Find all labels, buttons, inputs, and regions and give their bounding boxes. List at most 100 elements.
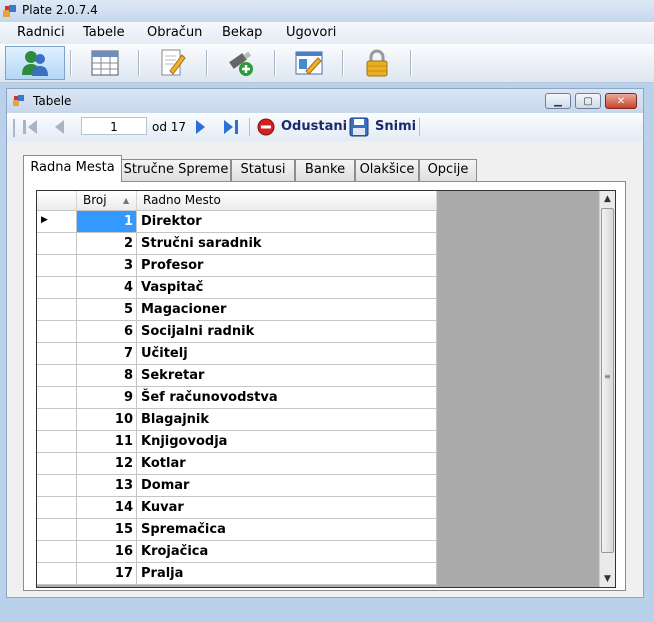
- cell-radno-mesto[interactable]: Socijalni radnik: [137, 321, 437, 343]
- table-row[interactable]: ▶ 1 Direktor: [37, 211, 437, 233]
- cell-broj[interactable]: 5: [77, 299, 137, 321]
- table-row[interactable]: 10 Blagajnik: [37, 409, 437, 431]
- row-header[interactable]: [37, 453, 77, 475]
- table-row[interactable]: 6 Socijalni radnik: [37, 321, 437, 343]
- table-row[interactable]: 15 Spremačica: [37, 519, 437, 541]
- move-last-icon[interactable]: [223, 119, 241, 135]
- row-header[interactable]: [37, 387, 77, 409]
- move-first-icon[interactable]: [21, 119, 39, 135]
- row-header[interactable]: [37, 321, 77, 343]
- toolbar-table-button[interactable]: [75, 46, 135, 80]
- scroll-down-icon[interactable]: ▼: [600, 571, 615, 587]
- table-row[interactable]: 12 Kotlar: [37, 453, 437, 475]
- menu-radnici[interactable]: Radnici: [17, 25, 65, 40]
- cell-broj[interactable]: 9: [77, 387, 137, 409]
- scroll-thumb[interactable]: ≡: [601, 208, 614, 553]
- cell-radno-mesto[interactable]: Spremačica: [137, 519, 437, 541]
- cell-broj[interactable]: 15: [77, 519, 137, 541]
- table-row[interactable]: 7 Učitelj: [37, 343, 437, 365]
- cell-radno-mesto[interactable]: Kotlar: [137, 453, 437, 475]
- cell-radno-mesto[interactable]: Šef računovodstva: [137, 387, 437, 409]
- maximize-button[interactable]: ▢: [575, 93, 601, 109]
- row-header[interactable]: [37, 255, 77, 277]
- toolbar-backup-button[interactable]: [211, 46, 271, 80]
- row-header[interactable]: [37, 475, 77, 497]
- save-button[interactable]: Snimi: [347, 115, 417, 139]
- toolbar-lock-button[interactable]: [347, 46, 407, 80]
- cell-radno-mesto[interactable]: Krojačica: [137, 541, 437, 563]
- menu-tabele[interactable]: Tabele: [83, 25, 125, 40]
- table-row[interactable]: 16 Krojačica: [37, 541, 437, 563]
- cell-radno-mesto[interactable]: Sekretar: [137, 365, 437, 387]
- cell-radno-mesto[interactable]: Pralja: [137, 563, 437, 585]
- cell-broj[interactable]: 3: [77, 255, 137, 277]
- row-header[interactable]: [37, 343, 77, 365]
- table-row[interactable]: 9 Šef računovodstva: [37, 387, 437, 409]
- row-header[interactable]: [37, 541, 77, 563]
- table-row[interactable]: 2 Stručni saradnik: [37, 233, 437, 255]
- column-header-broj[interactable]: Broj ▲: [77, 191, 137, 210]
- table-row[interactable]: 14 Kuvar: [37, 497, 437, 519]
- move-previous-icon[interactable]: [53, 119, 65, 135]
- close-button[interactable]: ✕: [605, 93, 637, 109]
- minimize-button[interactable]: ▁: [545, 93, 571, 109]
- cell-broj[interactable]: 4: [77, 277, 137, 299]
- tab-olaksice[interactable]: Olakšice: [355, 159, 419, 181]
- cell-broj[interactable]: 6: [77, 321, 137, 343]
- cell-radno-mesto[interactable]: Stručni saradnik: [137, 233, 437, 255]
- cell-broj[interactable]: 13: [77, 475, 137, 497]
- row-header[interactable]: [37, 299, 77, 321]
- cell-radno-mesto[interactable]: Učitelj: [137, 343, 437, 365]
- column-header-radno-mesto[interactable]: Radno Mesto: [137, 191, 437, 210]
- cell-radno-mesto[interactable]: Kuvar: [137, 497, 437, 519]
- row-header[interactable]: [37, 409, 77, 431]
- cell-broj[interactable]: 7: [77, 343, 137, 365]
- row-header[interactable]: [37, 277, 77, 299]
- cell-broj[interactable]: 14: [77, 497, 137, 519]
- table-row[interactable]: 4 Vaspitač: [37, 277, 437, 299]
- move-next-icon[interactable]: [195, 119, 207, 135]
- cell-radno-mesto[interactable]: Blagajnik: [137, 409, 437, 431]
- toolbar-chart-button[interactable]: [279, 46, 339, 80]
- cell-broj[interactable]: 12: [77, 453, 137, 475]
- table-row[interactable]: 11 Knjigovodja: [37, 431, 437, 453]
- row-header[interactable]: [37, 563, 77, 585]
- cell-radno-mesto[interactable]: Domar: [137, 475, 437, 497]
- cell-radno-mesto[interactable]: Vaspitač: [137, 277, 437, 299]
- position-input[interactable]: 1: [81, 117, 147, 135]
- cell-radno-mesto[interactable]: Direktor: [137, 211, 437, 233]
- cell-broj[interactable]: 17: [77, 563, 137, 585]
- cell-broj[interactable]: 2: [77, 233, 137, 255]
- cell-radno-mesto[interactable]: Magacioner: [137, 299, 437, 321]
- scroll-up-icon[interactable]: ▲: [600, 191, 615, 207]
- row-header[interactable]: [37, 431, 77, 453]
- vertical-scrollbar[interactable]: ▲ ≡ ▼: [599, 191, 615, 587]
- tab-statusi[interactable]: Statusi: [231, 159, 295, 181]
- cell-radno-mesto[interactable]: Profesor: [137, 255, 437, 277]
- row-header[interactable]: [37, 233, 77, 255]
- row-header[interactable]: [37, 497, 77, 519]
- menu-ugovori[interactable]: Ugovori: [286, 25, 336, 40]
- toolbar-document-button[interactable]: [143, 46, 203, 80]
- table-row[interactable]: 3 Profesor: [37, 255, 437, 277]
- cell-broj[interactable]: 8: [77, 365, 137, 387]
- tab-opcije[interactable]: Opcije: [419, 159, 477, 181]
- tab-banke[interactable]: Banke: [295, 159, 355, 181]
- row-header[interactable]: ▶: [37, 211, 77, 233]
- cell-broj[interactable]: 10: [77, 409, 137, 431]
- cell-radno-mesto[interactable]: Knjigovodja: [137, 431, 437, 453]
- table-row[interactable]: 5 Magacioner: [37, 299, 437, 321]
- row-header[interactable]: [37, 519, 77, 541]
- toolbar-users-button[interactable]: [5, 46, 65, 80]
- cell-broj[interactable]: 16: [77, 541, 137, 563]
- menu-bekap[interactable]: Bekap: [222, 25, 262, 40]
- menu-obracun[interactable]: Obračun: [147, 25, 202, 40]
- cancel-button[interactable]: Odustani: [255, 115, 347, 139]
- cell-broj[interactable]: 11: [77, 431, 137, 453]
- cell-broj[interactable]: 1: [77, 211, 137, 233]
- table-row[interactable]: 13 Domar: [37, 475, 437, 497]
- row-header[interactable]: [37, 365, 77, 387]
- tab-radna-mesta[interactable]: Radna Mesta: [23, 155, 122, 182]
- table-row[interactable]: 8 Sekretar: [37, 365, 437, 387]
- table-row[interactable]: 17 Pralja: [37, 563, 437, 585]
